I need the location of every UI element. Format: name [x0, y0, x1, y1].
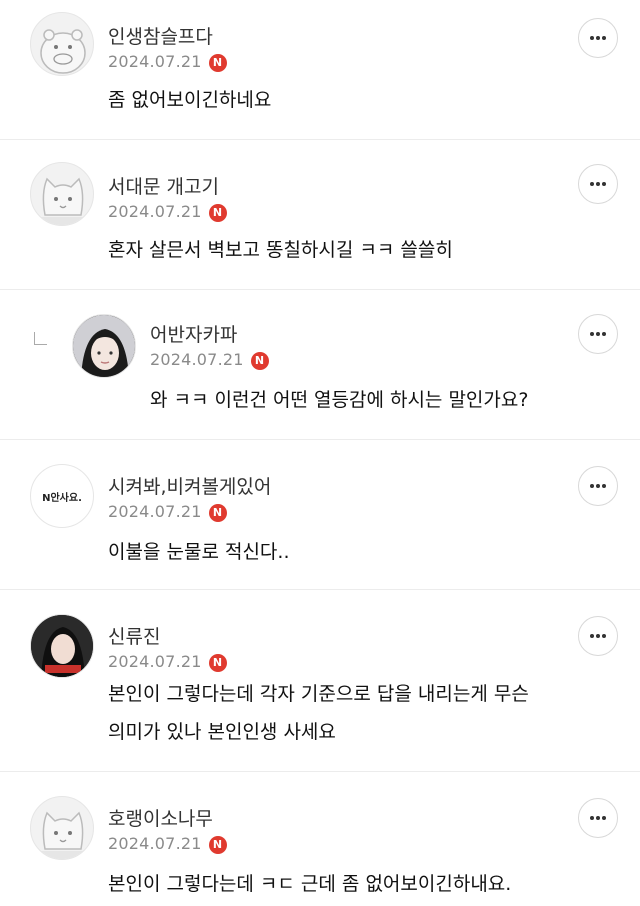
- comment-author[interactable]: 어반자카파: [150, 320, 237, 347]
- comment-author[interactable]: 시켜봐,비켜볼게있어: [108, 472, 271, 499]
- date-text: 2024.07.21: [108, 502, 202, 521]
- comment-author[interactable]: 호랭이소나무: [108, 804, 213, 831]
- comment-text: 본인이 그렇다는데 ㅋㄷ 근데 좀 없어보이긴하내요.: [108, 873, 512, 895]
- comment-text: 혼자 살믄서 벽보고 똥칠하시길 ㅋㅋ 쓸쓸히: [108, 239, 453, 261]
- comment-date: 2024.07.21 N: [108, 52, 227, 72]
- comment-date: 2024.07.21 N: [108, 834, 227, 854]
- comment-date: 2024.07.21 N: [150, 350, 269, 370]
- ellipsis-icon: [590, 634, 606, 638]
- new-badge: N: [208, 204, 227, 222]
- hippo-avatar-icon[interactable]: [30, 12, 94, 76]
- comment-author[interactable]: 서대문 개고기: [108, 172, 219, 199]
- more-options-button[interactable]: [578, 798, 618, 838]
- date-text: 2024.07.21: [108, 202, 202, 221]
- comment-text: 와 ㅋㅋ 이런건 어떤 열등감에 하시는 말인가요?: [150, 389, 529, 411]
- reply-comment-item: 어반자카파 2024.07.21 N 와 ㅋㅋ 이런건 어떤 열등감에 하시는 말…: [0, 290, 640, 440]
- ellipsis-icon: [590, 816, 606, 820]
- new-badge: N: [208, 504, 227, 522]
- comment-date: 2024.07.21 N: [108, 502, 227, 522]
- ellipsis-icon: [590, 182, 606, 186]
- comment-text: 이불을 눈물로 적신다..: [108, 541, 290, 563]
- more-options-button[interactable]: [578, 616, 618, 656]
- ellipsis-icon: [590, 484, 606, 488]
- more-options-button[interactable]: [578, 466, 618, 506]
- comment-date: 2024.07.21 N: [108, 652, 227, 672]
- new-badge: N: [250, 352, 269, 370]
- cat-avatar-icon[interactable]: [30, 796, 94, 860]
- comment-item: 호랭이소나무 2024.07.21 N 본인이 그렇다는데 ㅋㄷ 근데 좀 없어보…: [0, 772, 640, 906]
- more-options-button[interactable]: [578, 18, 618, 58]
- new-badge: N: [208, 836, 227, 854]
- date-text: 2024.07.21: [150, 350, 244, 369]
- date-text: 2024.07.21: [108, 834, 202, 853]
- profile-photo-avatar[interactable]: [72, 314, 136, 378]
- comment-author[interactable]: 신류진: [108, 622, 160, 649]
- avatar-logo-text: N안사요.: [42, 492, 82, 504]
- profile-photo-avatar[interactable]: [30, 614, 94, 678]
- reply-arrow-icon: [34, 332, 47, 345]
- text-logo-avatar[interactable]: N안사요.: [30, 464, 94, 528]
- date-text: 2024.07.21: [108, 52, 202, 71]
- comment-text-line: 본인이 그렇다는데 각자 기준으로 답을 내리는게 무슨: [108, 683, 529, 705]
- comment-text-line: 의미가 있나 본인인생 사세요: [108, 721, 336, 743]
- comment-date: 2024.07.21 N: [108, 202, 227, 222]
- comment-text: 좀 없어보이긴하네요: [108, 89, 272, 111]
- ellipsis-icon: [590, 36, 606, 40]
- more-options-button[interactable]: [578, 314, 618, 354]
- comment-item: 신류진 2024.07.21 N 본인이 그렇다는데 각자 기준으로 답을 내리는…: [0, 590, 640, 772]
- more-options-button[interactable]: [578, 164, 618, 204]
- comment-item: 서대문 개고기 2024.07.21 N 혼자 살믄서 벽보고 똥칠하시길 ㅋㅋ …: [0, 140, 640, 290]
- cat-avatar-icon[interactable]: [30, 162, 94, 226]
- comment-author[interactable]: 인생참슬프다: [108, 22, 213, 49]
- date-text: 2024.07.21: [108, 652, 202, 671]
- comment-item: 인생참슬프다 2024.07.21 N 좀 없어보이긴하네요: [0, 0, 640, 140]
- ellipsis-icon: [590, 332, 606, 336]
- new-badge: N: [208, 654, 227, 672]
- new-badge: N: [208, 54, 227, 72]
- comment-item: N안사요. 시켜봐,비켜볼게있어 2024.07.21 N 이불을 눈물로 적신다…: [0, 440, 640, 590]
